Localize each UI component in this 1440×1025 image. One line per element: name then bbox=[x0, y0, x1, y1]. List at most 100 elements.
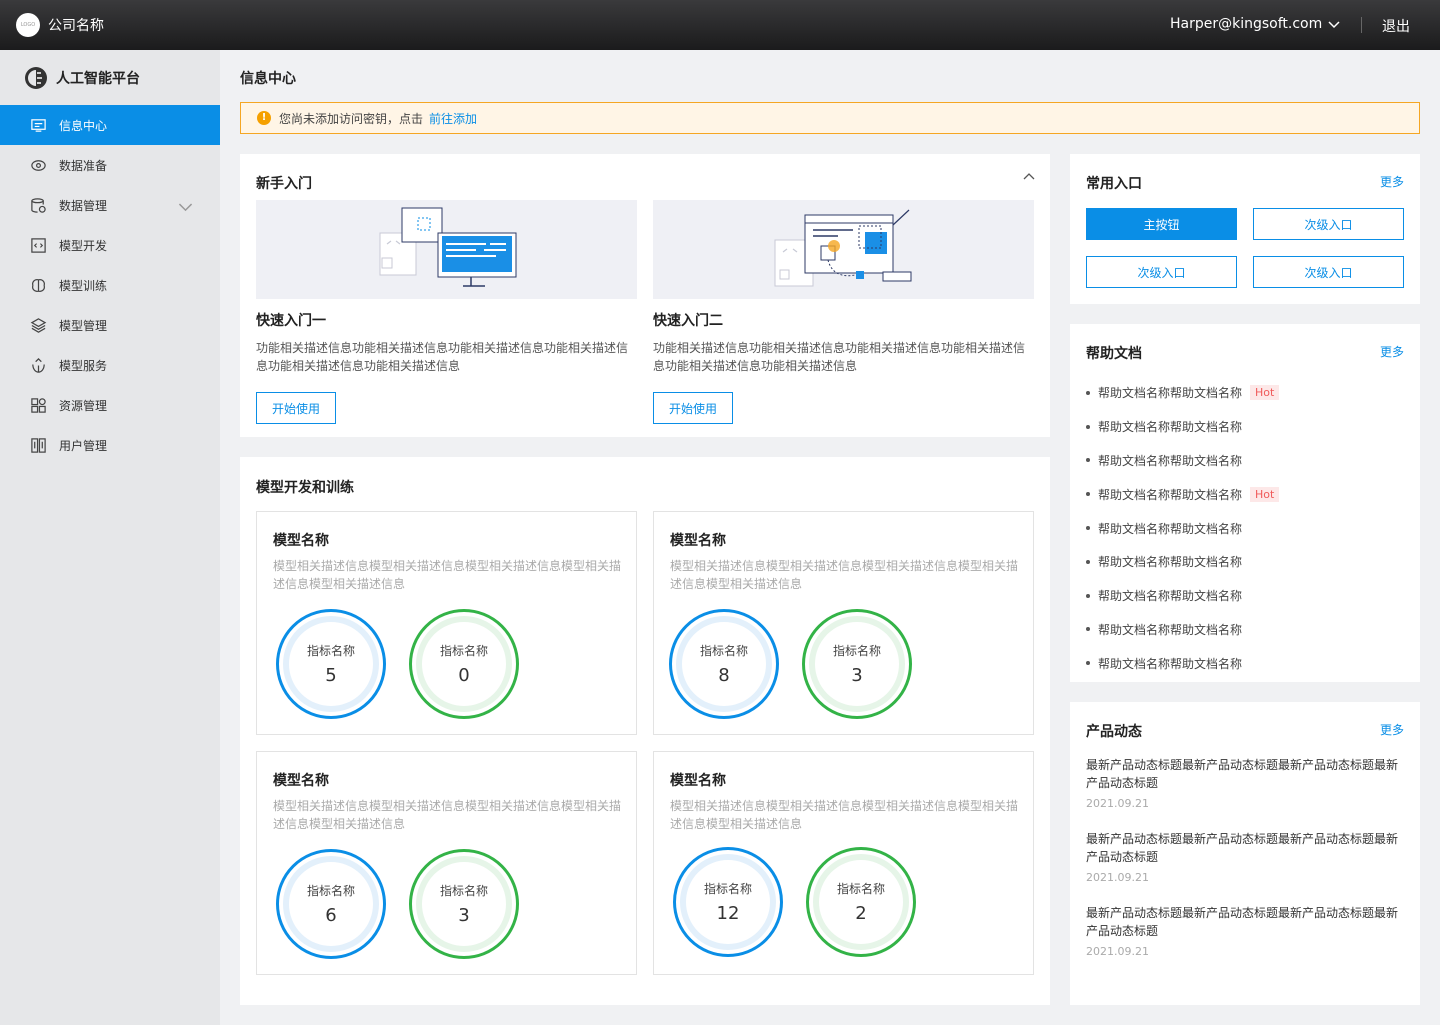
secondary-entry-button[interactable]: 次级入口 bbox=[1253, 256, 1404, 288]
metric-value: 8 bbox=[718, 665, 730, 686]
model-name: 模型名称 bbox=[273, 533, 329, 549]
help-doc-item[interactable]: 帮助文档名称帮助文档名称 bbox=[1086, 511, 1406, 545]
help-doc-label: 帮助文档名称帮助文档名称 bbox=[1098, 487, 1243, 502]
sidebar-item-label: 数据准备 bbox=[59, 158, 108, 173]
quickstart-name: 快速入门二 bbox=[653, 313, 723, 329]
news-title: 最新产品动态标题最新产品动态标题最新产品动态标题最新产品动态标题 bbox=[1086, 758, 1399, 790]
news-item[interactable]: 最新产品动态标题最新产品动态标题最新产品动态标题最新产品动态标题 2021.09… bbox=[1086, 756, 1406, 830]
model-card[interactable]: 模型名称 模型相关描述信息模型相关描述信息模型相关描述信息模型相关描述信息模型相… bbox=[653, 751, 1034, 975]
alert-add-link[interactable]: 前往添加 bbox=[429, 110, 477, 127]
sidebar-item-model-manage[interactable]: 模型管理 bbox=[0, 305, 220, 345]
help-doc-label: 帮助文档名称帮助文档名称 bbox=[1098, 622, 1243, 637]
metric-gauge: 指标名称 8 bbox=[669, 609, 779, 719]
metric-gauge: 指标名称 6 bbox=[276, 849, 386, 959]
layers-icon bbox=[30, 317, 47, 333]
news-item[interactable]: 最新产品动态标题最新产品动态标题最新产品动态标题最新产品动态标题 2021.09… bbox=[1086, 830, 1406, 904]
company-name: 公司名称 bbox=[48, 18, 104, 34]
help-doc-item[interactable]: 帮助文档名称帮助文档名称 bbox=[1086, 410, 1406, 444]
chevron-up-icon[interactable] bbox=[1022, 170, 1036, 184]
hot-badge: Hot bbox=[1250, 486, 1280, 502]
help-docs-more-link[interactable]: 更多 bbox=[1380, 343, 1404, 360]
help-docs-title: 帮助文档 bbox=[1086, 346, 1142, 362]
bullet-icon bbox=[1086, 424, 1090, 429]
sidebar-item-model-training[interactable]: 模型训练 bbox=[0, 265, 220, 305]
metric-gauge: 指标名称 3 bbox=[409, 849, 519, 959]
platform-name: 人工智能平台 bbox=[56, 71, 140, 87]
news-title: 最新产品动态标题最新产品动态标题最新产品动态标题最新产品动态标题 bbox=[1086, 832, 1399, 864]
help-doc-item[interactable]: 帮助文档名称帮助文档名称 Hot bbox=[1086, 477, 1406, 511]
metric-value: 3 bbox=[458, 905, 470, 926]
user-email[interactable]: Harper@kingsoft.com bbox=[1170, 16, 1322, 32]
getting-started-title: 新手入门 bbox=[256, 176, 312, 192]
metric-label: 指标名称 bbox=[306, 644, 355, 658]
sidebar-item-resource-manage[interactable]: 资源管理 bbox=[0, 385, 220, 425]
logout-button[interactable]: 退出 bbox=[1382, 16, 1410, 36]
bullet-icon bbox=[1086, 559, 1090, 564]
resource-icon bbox=[31, 397, 46, 413]
model-name: 模型名称 bbox=[670, 533, 726, 549]
quick-entry-more-link[interactable]: 更多 bbox=[1380, 173, 1404, 190]
secondary-entry-button[interactable]: 次级入口 bbox=[1253, 208, 1404, 240]
model-card[interactable]: 模型名称 模型相关描述信息模型相关描述信息模型相关描述信息模型相关描述信息模型相… bbox=[653, 511, 1034, 735]
sidebar-item-label: 信息中心 bbox=[59, 118, 108, 133]
metric-gauge: 指标名称 5 bbox=[276, 609, 386, 719]
help-doc-item[interactable]: 帮助文档名称帮助文档名称 bbox=[1086, 579, 1406, 613]
secondary-entry-button[interactable]: 次级入口 bbox=[1086, 256, 1237, 288]
help-doc-label: 帮助文档名称帮助文档名称 bbox=[1098, 589, 1243, 604]
top-bar: LOGO 公司名称 Harper@kingsoft.com 退出 bbox=[0, 0, 1440, 50]
metric-label: 指标名称 bbox=[832, 644, 881, 658]
metric-label: 指标名称 bbox=[439, 644, 488, 658]
start-using-button[interactable]: 开始使用 bbox=[256, 392, 336, 424]
model-card[interactable]: 模型名称 模型相关描述信息模型相关描述信息模型相关描述信息模型相关描述信息模型相… bbox=[256, 511, 637, 735]
platform-logo-icon bbox=[25, 67, 47, 89]
product-news-more-link[interactable]: 更多 bbox=[1380, 721, 1404, 738]
metric-label: 指标名称 bbox=[306, 884, 355, 898]
sidebar-item-label: 数据管理 bbox=[59, 198, 108, 213]
product-news-card: 产品动态 更多 最新产品动态标题最新产品动态标题最新产品动态标题最新产品动态标题… bbox=[1070, 702, 1420, 1005]
model-desc: 模型相关描述信息模型相关描述信息模型相关描述信息模型相关描述信息模型相关描述信息 bbox=[670, 559, 1019, 591]
model-dev-card: 模型开发和训练 模型名称 模型相关描述信息模型相关描述信息模型相关描述信息模型相… bbox=[240, 457, 1050, 1005]
help-doc-label: 帮助文档名称帮助文档名称 bbox=[1098, 386, 1243, 401]
start-using-button[interactable]: 开始使用 bbox=[653, 392, 733, 424]
chevron-down-icon[interactable] bbox=[1326, 16, 1342, 32]
brain-icon bbox=[32, 278, 45, 292]
help-doc-label: 帮助文档名称帮助文档名称 bbox=[1098, 521, 1243, 536]
primary-button[interactable]: 主按钮 bbox=[1086, 208, 1237, 240]
sidebar-item-info-center[interactable]: 信息中心 bbox=[0, 105, 220, 145]
sidebar-item-model-dev[interactable]: 模型开发 bbox=[0, 225, 220, 265]
sidebar-item-label: 模型开发 bbox=[59, 238, 108, 253]
sidebar-nav: 信息中心 数据准备 数据管理 模型开发 模型训练 模型管理 模型服务 资源管理 … bbox=[0, 105, 220, 465]
bullet-icon bbox=[1086, 458, 1090, 463]
metric-value: 3 bbox=[851, 665, 863, 686]
bullet-icon bbox=[1086, 661, 1090, 666]
news-item[interactable]: 最新产品动态标题最新产品动态标题最新产品动态标题最新产品动态标题 2021.09… bbox=[1086, 904, 1406, 978]
news-date: 2021.09.21 bbox=[1086, 797, 1149, 810]
metric-label: 指标名称 bbox=[836, 882, 885, 896]
service-icon bbox=[32, 357, 45, 373]
help-doc-item[interactable]: 帮助文档名称帮助文档名称 bbox=[1086, 545, 1406, 579]
metric-value: 2 bbox=[855, 903, 867, 924]
help-doc-item[interactable]: 帮助文档名称帮助文档名称 bbox=[1086, 444, 1406, 478]
quickstart-illustration-2 bbox=[653, 200, 1034, 299]
help-doc-item[interactable]: 帮助文档名称帮助文档名称 bbox=[1086, 613, 1406, 647]
getting-started-card: 新手入门 快速入门一 功能相关描述信息功能相关描述信息功能相关描述信息功能相关描… bbox=[240, 154, 1050, 437]
sidebar-item-user-manage[interactable]: 用户管理 bbox=[0, 425, 220, 465]
chevron-down-icon[interactable] bbox=[177, 198, 194, 215]
user-manage-icon bbox=[31, 437, 46, 453]
help-docs-list: 帮助文档名称帮助文档名称 Hot 帮助文档名称帮助文档名称 帮助文档名称帮助文档名… bbox=[1086, 376, 1406, 680]
help-doc-item[interactable]: 帮助文档名称帮助文档名称 Hot bbox=[1086, 376, 1406, 410]
help-doc-label: 帮助文档名称帮助文档名称 bbox=[1098, 656, 1243, 671]
model-card[interactable]: 模型名称 模型相关描述信息模型相关描述信息模型相关描述信息模型相关描述信息模型相… bbox=[256, 751, 637, 975]
quickstart-item: 快速入门二 功能相关描述信息功能相关描述信息功能相关描述信息功能相关描述信息功能… bbox=[653, 200, 1034, 424]
help-doc-label: 帮助文档名称帮助文档名称 bbox=[1098, 453, 1243, 468]
sidebar-item-data-manage[interactable]: 数据管理 bbox=[0, 185, 220, 225]
sidebar-item-model-service[interactable]: 模型服务 bbox=[0, 345, 220, 385]
platform-brand: 人工智能平台 bbox=[24, 66, 140, 90]
help-doc-item[interactable]: 帮助文档名称帮助文档名称 bbox=[1086, 646, 1406, 680]
help-docs-card: 帮助文档 更多 帮助文档名称帮助文档名称 Hot 帮助文档名称帮助文档名称 帮助文… bbox=[1070, 324, 1420, 682]
sidebar-item-data-prep[interactable]: 数据准备 bbox=[0, 145, 220, 185]
code-icon bbox=[31, 237, 46, 253]
warning-icon: ! bbox=[257, 111, 271, 125]
model-name: 模型名称 bbox=[670, 773, 726, 789]
sidebar-item-label: 模型训练 bbox=[59, 278, 108, 293]
